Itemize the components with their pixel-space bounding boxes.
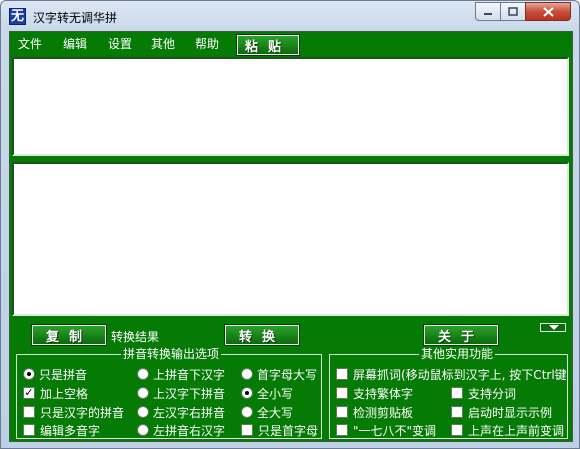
checkbox-word-segmentation[interactable] — [451, 387, 463, 399]
checkbox-hanzi-pinyin-only[interactable] — [23, 406, 35, 418]
title-bar[interactable]: 无 汉字转无调华拼 — [1, 1, 579, 31]
checkbox-edit-polyphones[interactable] — [23, 424, 35, 436]
option-label: 左汉字右拼音 — [153, 405, 226, 420]
collapse-button[interactable] — [540, 323, 566, 332]
other-functions-group: 其他实用功能 屏幕抓词(移动鼠标到汉字上, 按下Ctrl键 支持繁体字 支持分词… — [329, 346, 568, 439]
menu-edit[interactable]: 编辑 — [63, 35, 87, 52]
checkbox-show-example[interactable] — [451, 406, 463, 418]
option-all-uppercase[interactable]: 全大写 — [241, 404, 293, 420]
option-label: 只是拼音 — [39, 367, 88, 382]
menu-bar: 文件 编辑 设置 其他 帮助 粘贴 — [10, 32, 572, 56]
checkbox-third-tone-sandhi[interactable] — [451, 424, 463, 436]
option-label: 加上空格 — [40, 386, 89, 401]
option-pinyin-above-hanzi[interactable]: 上拼音下汉字 — [137, 366, 225, 382]
radio-all-uppercase[interactable] — [241, 406, 253, 418]
paste-button[interactable]: 粘贴 — [236, 34, 300, 56]
pinyin-options-title: 拼音转换输出选项 — [121, 346, 222, 362]
chinese-input-textarea[interactable] — [12, 57, 569, 156]
option-label: 全大写 — [257, 405, 294, 420]
radio-hanzi-above-pinyin[interactable] — [137, 387, 149, 399]
option-label: 支持分词 — [468, 386, 517, 401]
chevron-down-icon — [549, 325, 559, 330]
radio-pinyin-above-hanzi[interactable] — [137, 368, 149, 380]
window-title: 汉字转无调华拼 — [33, 11, 118, 25]
minimize-button[interactable] — [475, 2, 501, 21]
option-hanzi-left-pinyin-right[interactable]: 左汉字右拼音 — [137, 404, 225, 420]
convert-button[interactable]: 转换 — [224, 324, 300, 346]
checkbox-tone-sandhi[interactable] — [336, 424, 348, 436]
option-capitalize-first[interactable]: 首字母大写 — [241, 366, 317, 382]
option-show-example[interactable]: 启动时显示示例 — [451, 404, 552, 420]
option-label: 上汉字下拼音 — [153, 386, 226, 401]
minimize-icon — [484, 12, 492, 15]
option-label: 上声在上声前变调 — [468, 423, 565, 438]
option-pinyin-only[interactable]: 只是拼音 — [23, 366, 87, 382]
option-label: "一七八不"变调 — [353, 423, 437, 438]
checkbox-screen-capture[interactable] — [336, 368, 348, 380]
option-label: 启动时显示示例 — [468, 405, 553, 420]
option-traditional[interactable]: 支持繁体字 — [336, 385, 413, 401]
close-button[interactable] — [525, 2, 571, 21]
close-icon — [542, 6, 554, 17]
option-label: 编辑多音字 — [40, 423, 101, 438]
option-label: 只是首字母 — [258, 423, 319, 438]
option-label: 全小写 — [257, 386, 294, 401]
option-label: 检测剪贴板 — [353, 405, 414, 420]
copy-button[interactable]: 复制 — [31, 324, 107, 346]
result-label: 转换结果 — [111, 330, 160, 344]
checkbox-monitor-clipboard[interactable] — [336, 406, 348, 418]
menu-help[interactable]: 帮助 — [195, 35, 219, 52]
option-label: 左拼音右汉字 — [153, 423, 226, 438]
pinyin-options-group: 拼音转换输出选项 只是拼音 上拼音下汉字 首字母大写 ✓ 加上空格 上汉字下拼音 — [16, 346, 322, 439]
option-edit-polyphones[interactable]: 编辑多音字 — [23, 422, 100, 438]
maximize-icon — [508, 7, 518, 16]
option-pinyin-left-hanzi-right[interactable]: 左拼音右汉字 — [137, 422, 225, 438]
other-functions-title: 其他实用功能 — [419, 346, 496, 362]
menu-other[interactable]: 其他 — [151, 35, 175, 52]
option-hanzi-pinyin-only[interactable]: 只是汉字的拼音 — [23, 404, 124, 420]
option-third-tone-sandhi[interactable]: 上声在上声前变调 — [451, 422, 564, 438]
option-label: 支持繁体字 — [353, 386, 414, 401]
option-screen-capture[interactable]: 屏幕抓词(移动鼠标到汉字上, 按下Ctrl键 — [336, 366, 567, 382]
menu-file[interactable]: 文件 — [18, 35, 42, 52]
option-label: 屏幕抓词(移动鼠标到汉字上, 按下Ctrl键 — [353, 367, 567, 382]
option-label: 首字母大写 — [257, 367, 318, 382]
client-area: 文件 编辑 设置 其他 帮助 粘贴 复制 转换结果 转换 关于 拼音转换输出选项… — [9, 31, 573, 442]
radio-capitalize-first[interactable] — [241, 368, 253, 380]
pinyin-output-textarea[interactable] — [12, 162, 569, 316]
option-hanzi-above-pinyin[interactable]: 上汉字下拼音 — [137, 385, 225, 401]
option-tone-sandhi[interactable]: "一七八不"变调 — [336, 422, 444, 438]
maximize-button[interactable] — [500, 2, 526, 21]
option-add-spaces[interactable]: ✓ 加上空格 — [23, 385, 88, 401]
radio-pinyin-left-hanzi-right[interactable] — [137, 424, 149, 436]
option-label: 只是汉字的拼音 — [40, 405, 125, 420]
checkbox-add-spaces[interactable]: ✓ — [23, 387, 35, 399]
radio-pinyin-only[interactable] — [23, 368, 35, 380]
option-all-lowercase[interactable]: 全小写 — [241, 385, 293, 401]
radio-hanzi-left-pinyin-right[interactable] — [137, 406, 149, 418]
menu-settings[interactable]: 设置 — [108, 35, 132, 52]
app-window: 无 汉字转无调华拼 文件 编辑 设置 其他 帮助 粘贴 复制 转换结果 转换 关… — [0, 0, 580, 449]
option-monitor-clipboard[interactable]: 检测剪贴板 — [336, 404, 413, 420]
option-initials-only[interactable]: 只是首字母 — [241, 422, 318, 438]
option-label: 上拼音下汉字 — [153, 367, 226, 382]
checkbox-initials-only[interactable] — [241, 424, 253, 436]
app-icon: 无 — [9, 8, 26, 25]
about-button[interactable]: 关于 — [423, 324, 499, 346]
option-word-segmentation[interactable]: 支持分词 — [451, 385, 516, 401]
radio-all-lowercase[interactable] — [241, 387, 253, 399]
checkbox-traditional[interactable] — [336, 387, 348, 399]
